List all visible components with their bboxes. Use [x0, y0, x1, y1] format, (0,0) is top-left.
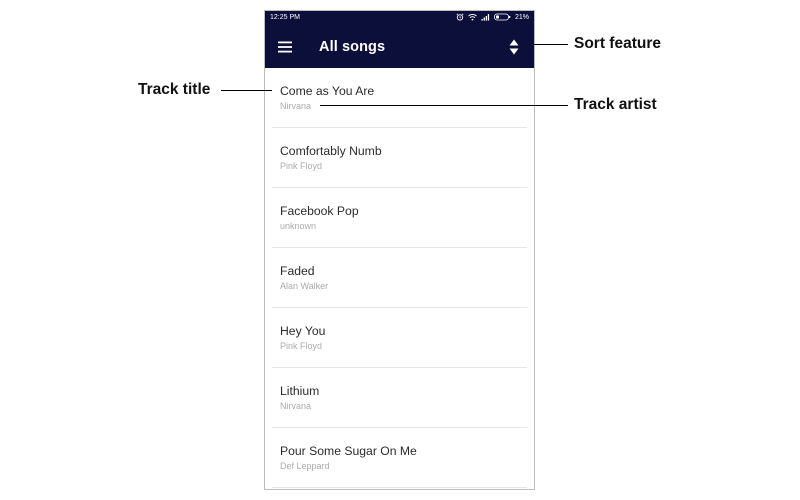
annotation-leader-sort-feature [533, 44, 568, 45]
track-artist: Nirvana [280, 101, 312, 111]
app-bar: All songs [265, 26, 534, 68]
signal-icon [481, 13, 490, 21]
annotation-track-artist: Track artist [574, 96, 657, 113]
track-title: Pour Some Sugar On Me [280, 444, 417, 458]
track-title: Lithium [280, 384, 320, 398]
song-list-item[interactable]: Hey You Pink Floyd [265, 308, 534, 368]
track-artist: Alan Walker [280, 281, 329, 291]
annotation-track-title: Track title [138, 81, 211, 98]
wifi-icon [468, 13, 477, 21]
page-title: All songs [319, 39, 386, 55]
track-artist: Def Leppard [280, 461, 330, 471]
status-icons: 21% [456, 13, 529, 21]
hamburger-menu-icon[interactable] [278, 40, 292, 53]
track-title: Comfortably Numb [280, 144, 382, 158]
alarm-icon [456, 13, 464, 21]
track-artist: unknown [280, 221, 317, 231]
phone-screen: 12:25 PM 21% All songs Come as You Are N… [264, 10, 535, 490]
battery-percent: 21% [514, 13, 529, 21]
song-list-item[interactable]: Come as You Are Nirvana [265, 68, 534, 128]
sort-icon[interactable] [509, 39, 519, 55]
track-title: Faded [280, 264, 315, 278]
song-list-item[interactable]: Comfortably Numb Pink Floyd [265, 128, 534, 188]
status-time: 12:25 PM [270, 14, 300, 21]
track-artist: Nirvana [280, 401, 312, 411]
annotation-leader-track-artist [320, 105, 568, 106]
song-list-item[interactable]: Faded Alan Walker [265, 248, 534, 308]
track-artist: Pink Floyd [280, 341, 323, 351]
battery-icon [494, 13, 511, 21]
track-title: Facebook Pop [280, 204, 359, 218]
track-title: Hey You [280, 324, 326, 338]
status-bar: 12:25 PM 21% [265, 11, 534, 26]
annotation-leader-track-title [221, 90, 272, 91]
song-list-item[interactable]: Pour Some Sugar On Me Def Leppard [265, 428, 534, 488]
song-list: Come as You Are Nirvana Comfortably Numb… [265, 68, 534, 488]
track-artist: Pink Floyd [280, 161, 323, 171]
track-title: Come as You Are [280, 84, 375, 98]
song-list-item[interactable]: Lithium Nirvana [265, 368, 534, 428]
annotation-sort-feature: Sort feature [574, 35, 661, 52]
song-list-item[interactable]: Facebook Pop unknown [265, 188, 534, 248]
